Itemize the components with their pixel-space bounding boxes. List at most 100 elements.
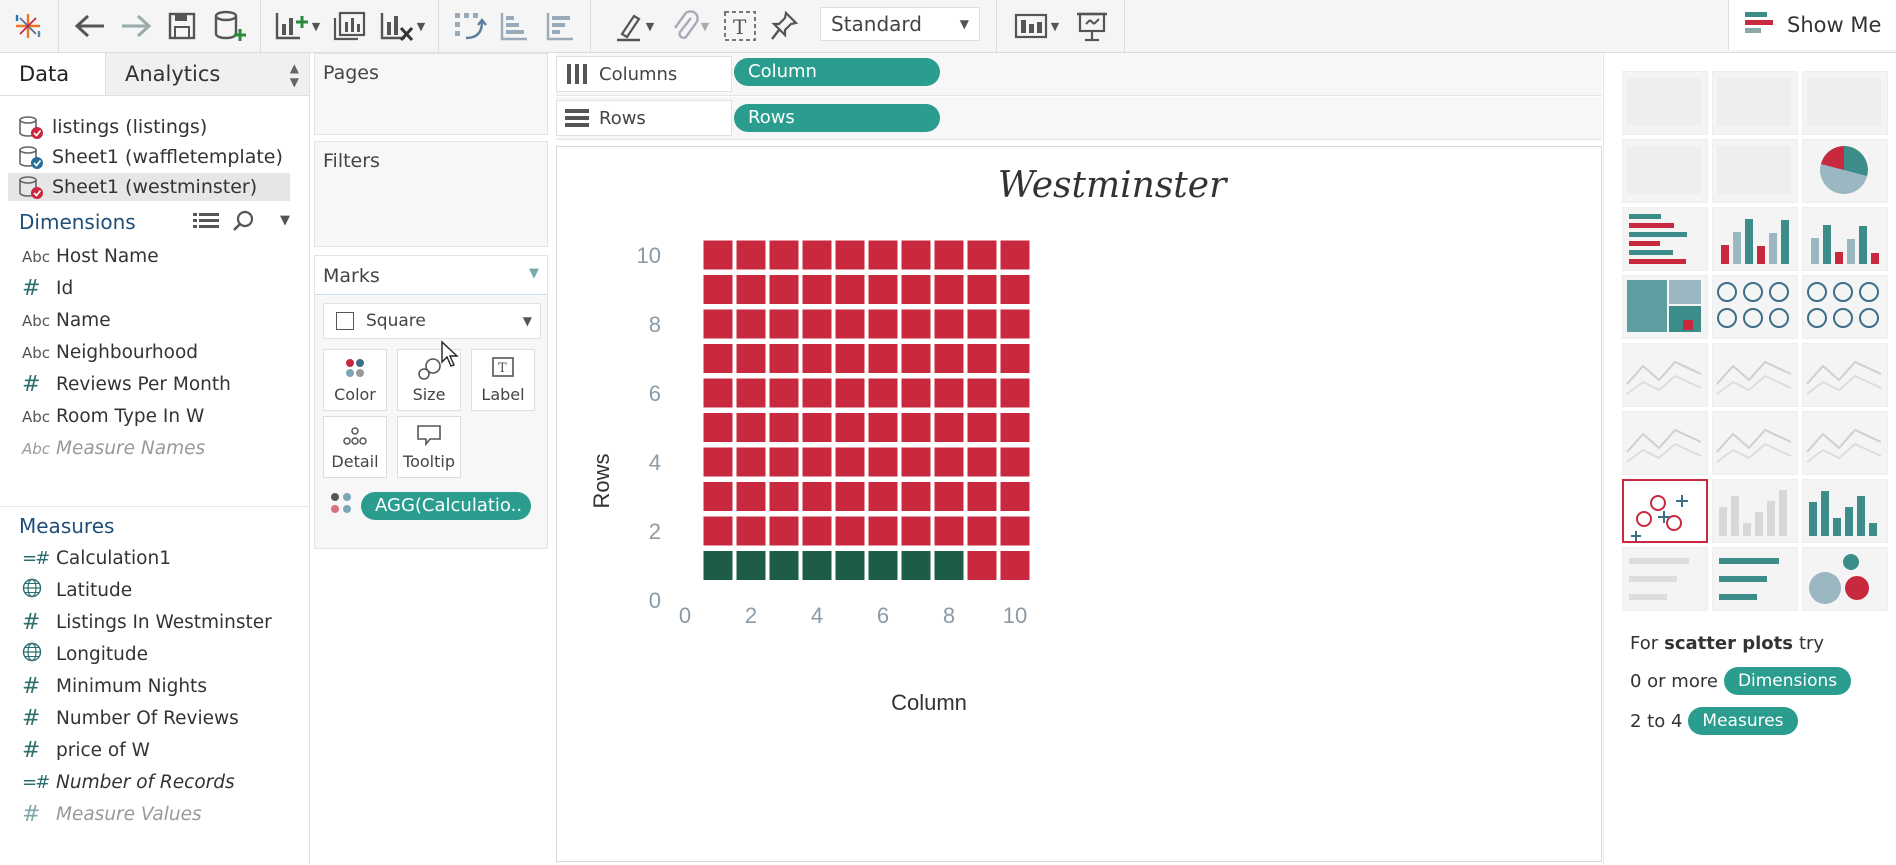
waffle-square[interactable] [901,516,931,546]
label-button[interactable]: T Label [471,349,535,411]
dimensions-menu-icon[interactable]: ▼ [280,213,290,228]
waffle-square[interactable] [868,378,898,408]
pin-icon[interactable] [764,8,804,44]
waffle-square[interactable] [934,551,964,580]
list-view-icon[interactable] [193,211,219,237]
waffle-square[interactable] [769,413,799,442]
waffle-square[interactable] [769,516,799,546]
show-me-chart-thumbnail[interactable] [1712,343,1798,407]
waffle-square[interactable] [934,482,964,511]
show-me-chart-thumbnail[interactable] [1622,71,1708,135]
tab-analytics[interactable]: Analytics ▲ ▼ [107,53,307,95]
waffle-square[interactable] [901,378,931,408]
waffle-square[interactable] [835,551,865,580]
waffle-square[interactable] [901,551,931,580]
duplicate-sheet-icon[interactable] [328,8,372,44]
waffle-square[interactable] [868,344,898,373]
waffle-square[interactable] [868,309,898,339]
viz-area[interactable]: Westminster 0 2 4 6 8 10 0 2 4 6 8 10 Column Rows [556,146,1602,862]
waffle-square[interactable] [703,482,733,511]
waffle-square[interactable] [967,482,997,511]
tableau-logo-icon[interactable] [8,8,48,44]
show-me-chart-thumbnail[interactable] [1622,547,1708,611]
field-item[interactable]: # Minimum Nights [22,671,207,701]
field-item[interactable]: Longitude [22,639,148,669]
show-me-chart-thumbnail[interactable] [1802,411,1888,475]
show-me-chart-thumbnail[interactable] [1712,207,1798,271]
field-item[interactable]: Latitude [22,575,132,605]
filters-shelf[interactable]: Filters [314,141,548,247]
field-item[interactable]: # Reviews Per Month [22,369,231,399]
field-item[interactable]: Abc Room Type In W [22,401,204,431]
highlight-icon[interactable]: ▼ [608,8,660,44]
rows-pill[interactable]: Rows [734,104,940,132]
color-button[interactable]: Color [323,349,387,411]
waffle-square[interactable] [703,378,733,408]
agg-calculation-pill[interactable]: AGG(Calculatio.. [361,492,531,520]
waffle-square[interactable] [703,447,733,477]
show-me-chart-thumbnail[interactable] [1712,479,1798,543]
new-data-source-icon[interactable] [208,8,252,44]
columns-shelf[interactable]: Columns Column [556,53,1602,96]
save-icon[interactable] [162,8,202,44]
waffle-square[interactable] [1000,309,1030,339]
waffle-square[interactable] [802,447,832,477]
waffle-square[interactable] [835,344,865,373]
waffle-square[interactable] [1000,378,1030,408]
waffle-square[interactable] [802,413,832,442]
new-worksheet-icon[interactable]: ▼ [270,8,324,44]
waffle-square[interactable] [802,378,832,408]
waffle-square[interactable] [769,275,799,304]
waffle-square[interactable] [769,378,799,408]
waffle-square[interactable] [802,240,832,270]
waffle-square[interactable] [736,344,766,373]
waffle-square[interactable] [736,378,766,408]
waffle-square[interactable] [835,275,865,304]
waffle-square[interactable] [967,344,997,373]
waffle-square[interactable] [901,275,931,304]
show-me-chart-thumbnail[interactable] [1622,343,1708,407]
waffle-square[interactable] [1000,551,1030,580]
waffle-square[interactable] [901,309,931,339]
waffle-square[interactable] [868,413,898,442]
waffle-square[interactable] [802,275,832,304]
waffle-square[interactable] [736,309,766,339]
waffle-square[interactable] [967,378,997,408]
field-item[interactable]: # price of W [22,735,150,765]
waffle-square[interactable] [736,275,766,304]
waffle-square[interactable] [967,551,997,580]
data-source-item[interactable]: Sheet1 (waffletemplate) [18,143,283,171]
waffle-square[interactable] [967,447,997,477]
waffle-square[interactable] [868,447,898,477]
show-me-chart-thumbnail[interactable] [1802,139,1888,203]
field-item[interactable]: # Measure Values [22,799,202,829]
waffle-square[interactable] [769,447,799,477]
field-item[interactable]: =# Number of Records [22,767,235,797]
waffle-square[interactable] [1000,447,1030,477]
waffle-square[interactable] [868,516,898,546]
show-me-chart-thumbnail[interactable] [1712,547,1798,611]
field-item[interactable]: # Number Of Reviews [22,703,239,733]
waffle-square[interactable] [835,482,865,511]
marks-menu-icon[interactable]: ▼ [529,266,539,281]
waffle-square[interactable] [934,275,964,304]
waffle-square[interactable] [802,482,832,511]
waffle-square[interactable] [901,413,931,442]
waffle-square[interactable] [703,551,733,580]
column-pill[interactable]: Column [734,58,940,86]
field-item[interactable]: # Id [22,273,73,303]
field-item[interactable]: Abc Name [22,305,111,335]
undo-icon[interactable] [70,8,110,44]
tooltip-button[interactable]: Tooltip [397,416,461,478]
field-item[interactable]: # Listings In Westminster [22,607,272,637]
field-item[interactable]: =# Calculation1 [22,543,171,573]
waffle-square[interactable] [835,447,865,477]
waffle-square[interactable] [835,309,865,339]
show-me-chart-thumbnail[interactable] [1802,207,1888,271]
data-source-item[interactable]: listings (listings) [18,113,207,141]
group-members-icon[interactable]: ▼ [664,8,716,44]
waffle-square[interactable] [736,240,766,270]
waffle-square[interactable] [802,516,832,546]
waffle-square[interactable] [1000,413,1030,442]
waffle-square[interactable] [1000,516,1030,546]
